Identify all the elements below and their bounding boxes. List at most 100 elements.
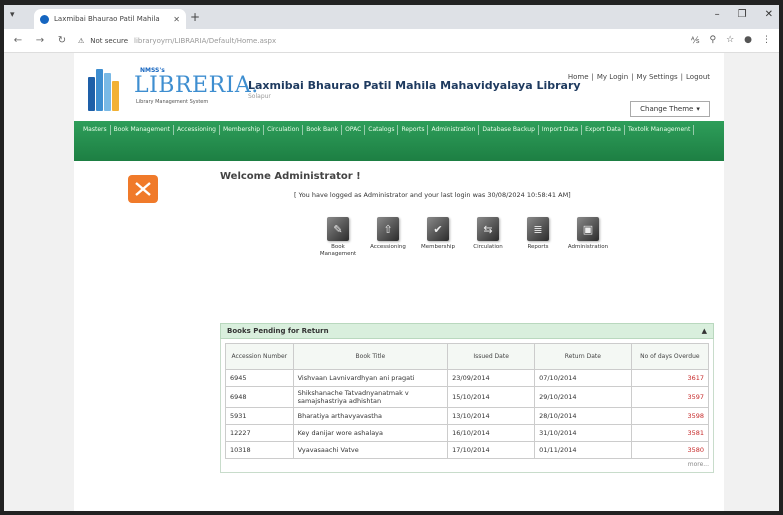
- issued-date: 15/10/2014: [447, 386, 536, 408]
- browser-tools: ⅍ ⚲ ☆ ● ⋮: [691, 35, 771, 46]
- menu-item-catalogs[interactable]: Catalogs: [365, 125, 399, 135]
- more-link[interactable]: more...: [225, 461, 709, 468]
- menu-item-export-data[interactable]: Export Data: [582, 125, 625, 135]
- link-separator: |: [591, 73, 594, 81]
- maximize-icon[interactable]: ❐: [738, 9, 747, 20]
- zoom-icon[interactable]: ⚲: [709, 35, 716, 46]
- menu-item-book-bank[interactable]: Book Bank: [303, 125, 343, 135]
- quick-link-circulation[interactable]: ⇆ Circulation: [466, 217, 510, 258]
- change-theme-label: Change Theme: [640, 105, 694, 113]
- days-overdue: 3581: [630, 424, 710, 442]
- menu-item-book-management[interactable]: Book Management: [111, 125, 174, 135]
- quick-link-label: Membership: [421, 244, 455, 250]
- menu-item-import-data[interactable]: Import Data: [539, 125, 583, 135]
- table-row: 6948 Shikshanache Tatvadnyanatmak v sama…: [225, 386, 710, 408]
- bookmark-star-icon[interactable]: ☆: [726, 35, 734, 46]
- issued-date: 23/09/2014: [447, 369, 536, 387]
- accession-number: 5931: [225, 407, 294, 425]
- accession-number: 10318: [225, 441, 294, 459]
- profile-icon[interactable]: ●: [744, 35, 752, 46]
- quick-link-label: Circulation: [473, 244, 503, 250]
- chevron-down-icon: ▾: [696, 105, 700, 113]
- collapse-arrow-icon[interactable]: ▲: [702, 327, 707, 335]
- main-content: Welcome Administrator ! [ You have logge…: [74, 161, 724, 511]
- column-header: Book Title: [292, 343, 449, 370]
- favicon-icon: [40, 14, 49, 24]
- menu-item-membership[interactable]: Membership: [220, 125, 265, 135]
- window-controls: – ❐ ✕: [715, 9, 773, 20]
- page: NMSS's LIBRERIA. Library Management Syst…: [74, 53, 724, 511]
- library-name: Laxmibai Bhaurao Patil Mahila Mahavidyal…: [248, 79, 581, 92]
- quick-link-label: Accessioning: [370, 244, 406, 250]
- administration-icon: ▣: [577, 217, 599, 241]
- welcome-heading: Welcome Administrator !: [220, 171, 361, 182]
- menu-item-opac[interactable]: OPAC: [342, 125, 366, 135]
- menu-item-circulation[interactable]: Circulation: [264, 125, 304, 135]
- accession-number: 6945: [225, 369, 294, 387]
- logout-link[interactable]: Logout: [686, 73, 710, 81]
- table-row: 5931 Bharatiya arthavyavastha 13/10/2014…: [225, 407, 710, 425]
- quick-link-label: Administration: [567, 244, 609, 250]
- menu-item-database-backup[interactable]: Database Backup: [479, 125, 539, 135]
- minimize-icon[interactable]: –: [715, 9, 720, 20]
- libreria-logo[interactable]: NMSS's LIBRERIA. Library Management Syst…: [88, 65, 258, 115]
- book-title: Bharatiya arthavyavastha: [292, 407, 449, 425]
- panel-body: Accession Number Book Title Issued Date …: [220, 339, 714, 473]
- url-field[interactable]: ⚠ Not secure libraryoyrn/LIBRARIA/Defaul…: [78, 37, 681, 45]
- close-window-icon[interactable]: ✕: [765, 9, 773, 20]
- browser-tab[interactable]: Laxmibai Bhaurao Patil Mahila ✕: [34, 9, 186, 29]
- return-date: 07/10/2014: [534, 369, 632, 387]
- accessioning-icon: ⇧: [377, 217, 399, 241]
- days-overdue: 3580: [630, 441, 710, 459]
- panel-header[interactable]: Books Pending for Return ▲: [220, 323, 714, 339]
- table-row: 6945 Vishvaan Lavnivardhyan ani pragati …: [225, 369, 710, 387]
- forward-icon[interactable]: →: [34, 35, 46, 46]
- menu-item-masters[interactable]: Masters: [80, 125, 111, 135]
- table-row: 10318 Vyavasaachi Vatve 17/10/2014 01/11…: [225, 441, 710, 459]
- home-link[interactable]: Home: [568, 73, 589, 81]
- quick-link-label: Reports: [527, 244, 549, 250]
- accession-number: 6948: [225, 386, 294, 408]
- quick-link-book-management[interactable]: ✎ Book Management: [316, 217, 360, 258]
- menu-dots-icon[interactable]: ⋮: [762, 35, 771, 46]
- tab-title: Laxmibai Bhaurao Patil Mahila: [54, 15, 160, 23]
- site-header: NMSS's LIBRERIA. Library Management Syst…: [74, 53, 724, 121]
- new-tab-icon[interactable]: +: [190, 10, 200, 24]
- top-links: Home | My Login | My Settings | Logout: [568, 73, 710, 81]
- quick-link-reports[interactable]: ≣ Reports: [516, 217, 560, 258]
- back-icon[interactable]: ←: [12, 35, 24, 46]
- change-theme-button[interactable]: Change Theme ▾: [630, 101, 710, 117]
- return-date: 28/10/2014: [534, 407, 632, 425]
- tab-menu-icon[interactable]: ▾: [10, 10, 15, 20]
- quick-link-accessioning[interactable]: ⇧ Accessioning: [366, 217, 410, 258]
- issued-date: 16/10/2014: [447, 424, 536, 442]
- reload-icon[interactable]: ↻: [56, 35, 68, 46]
- quick-link-administration[interactable]: ▣ Administration: [566, 217, 610, 258]
- translate-icon[interactable]: ⅍: [691, 35, 700, 46]
- orange-x-logo-icon: [128, 175, 158, 203]
- not-secure-icon: ⚠: [78, 36, 85, 45]
- reports-icon: ≣: [527, 217, 549, 241]
- menu-item-accessioning[interactable]: Accessioning: [174, 125, 220, 135]
- issued-date: 13/10/2014: [447, 407, 536, 425]
- quick-link-label: Book Management: [319, 244, 357, 257]
- panel-title: Books Pending for Return: [227, 327, 329, 335]
- tab-bar: ▾ Laxmibai Bhaurao Patil Mahila ✕ + – ❐ …: [4, 5, 779, 29]
- book-title: Vyavasaachi Vatve: [292, 441, 449, 459]
- days-overdue: 3598: [630, 407, 710, 425]
- brand-tagline: Library Management System: [136, 99, 209, 105]
- my-login-link[interactable]: My Login: [597, 73, 628, 81]
- my-settings-link[interactable]: My Settings: [637, 73, 678, 81]
- quick-link-membership[interactable]: ✔ Membership: [416, 217, 460, 258]
- menu-item-textolk-management[interactable]: Textolk Management: [625, 125, 695, 135]
- pending-returns-panel: Books Pending for Return ▲ Accession Num…: [220, 323, 714, 473]
- close-tab-icon[interactable]: ✕: [173, 15, 180, 24]
- url-text: libraryoyrn/LIBRARIA/Default/Home.aspx: [134, 36, 277, 45]
- menu-item-administration[interactable]: Administration: [428, 125, 480, 135]
- library-sub: Solapur: [248, 93, 271, 100]
- return-date: 01/11/2014: [534, 441, 632, 459]
- brand-name: LIBRERIA.: [134, 73, 259, 98]
- column-header: No of days Overdue: [630, 343, 710, 370]
- menu-item-reports[interactable]: Reports: [398, 125, 429, 135]
- days-overdue: 3617: [630, 369, 710, 387]
